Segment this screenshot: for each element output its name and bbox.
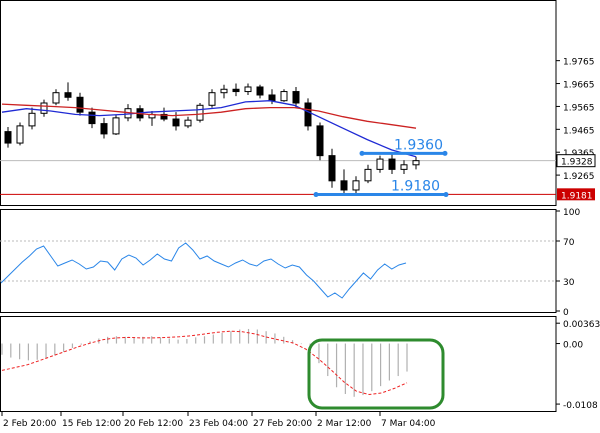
- macd-frame: [0, 316, 557, 412]
- time-tick-label: 27 Feb 20:00: [253, 419, 312, 429]
- oscillator-tick-label: 70: [563, 238, 575, 248]
- candle-body[interactable]: [232, 88, 240, 93]
- candle-body[interactable]: [244, 86, 252, 93]
- macd-tick-label: 0.00363: [563, 320, 600, 330]
- oscillator-panel[interactable]: 100 70 30 0: [0, 208, 580, 318]
- candle-body[interactable]: [4, 131, 12, 144]
- support-price-label: 1.9181: [561, 191, 593, 201]
- candle-body[interactable]: [376, 158, 384, 170]
- candle-body[interactable]: [280, 91, 288, 102]
- macd-tick-label: -0.0108: [563, 401, 598, 411]
- macd-tick-label: 0.00: [563, 341, 583, 351]
- candle-body[interactable]: [112, 117, 120, 135]
- time-tick-label: 20 Feb 12:00: [124, 419, 183, 429]
- candle-body[interactable]: [352, 180, 360, 191]
- candle-body[interactable]: [100, 123, 108, 135]
- candle-body[interactable]: [52, 92, 60, 104]
- time-tick-label: 2 Mar 12:00: [317, 419, 372, 429]
- price-tick-label: 1.9765: [563, 58, 595, 68]
- candle-body[interactable]: [268, 94, 276, 102]
- candle-body[interactable]: [76, 96, 84, 113]
- price-frame: [0, 0, 557, 206]
- level-annotation: 1.9180: [391, 179, 440, 195]
- candle-body[interactable]: [304, 102, 312, 127]
- candle-body[interactable]: [16, 125, 24, 144]
- candle-body[interactable]: [40, 102, 48, 114]
- oscillator-tick-label: 0: [563, 308, 569, 318]
- level-handle[interactable]: [359, 150, 365, 156]
- level-handle[interactable]: [442, 150, 448, 156]
- candle-body[interactable]: [400, 164, 408, 170]
- time-tick-label: 15 Feb 12:00: [62, 419, 121, 429]
- candle-body[interactable]: [292, 91, 300, 104]
- macd-panel[interactable]: 0.00363 0.00 -0.0108: [0, 316, 600, 412]
- price-tick-label: 1.9465: [563, 126, 595, 136]
- candle-body[interactable]: [184, 119, 192, 127]
- time-tick-label: 23 Feb 04:00: [189, 419, 248, 429]
- level-handle[interactable]: [443, 192, 449, 198]
- candle-body[interactable]: [364, 168, 372, 182]
- level-annotation: 1.9360: [394, 137, 443, 153]
- trading-chart[interactable]: 1.97651.96651.95651.94651.93651.92651.93…: [0, 0, 600, 433]
- oscillator-frame: [0, 209, 557, 313]
- candle-body[interactable]: [388, 158, 396, 170]
- candle-body[interactable]: [412, 160, 420, 166]
- candle-body[interactable]: [196, 104, 204, 121]
- time-tick-label: 7 Mar 04:00: [381, 419, 436, 429]
- price-tick-label: 1.9265: [563, 172, 595, 182]
- candle-body[interactable]: [172, 118, 180, 127]
- candle-body[interactable]: [256, 86, 264, 96]
- current-price-label: 1.9328: [561, 158, 593, 168]
- oscillator-tick-label: 30: [563, 278, 575, 288]
- price-tick-label: 1.9565: [563, 103, 595, 113]
- time-tick-label: 2 Feb 20:00: [3, 419, 57, 429]
- candle-body[interactable]: [340, 180, 348, 191]
- candle-body[interactable]: [220, 88, 228, 94]
- candle-body[interactable]: [64, 92, 72, 98]
- oscillator-tick-label: 100: [563, 208, 580, 218]
- time-axis: 2 Feb 20:00 15 Feb 12:00 20 Feb 12:00 23 Fe…: [1, 412, 436, 429]
- price-panel[interactable]: 1.97651.96651.95651.94651.93651.92651.93…: [0, 0, 596, 206]
- candle-body[interactable]: [28, 112, 36, 127]
- candle-body[interactable]: [88, 111, 96, 125]
- level-handle[interactable]: [313, 192, 319, 198]
- candle-body[interactable]: [208, 92, 216, 106]
- candle-body[interactable]: [328, 155, 336, 182]
- price-tick-label: 1.9665: [563, 81, 595, 91]
- candle-body[interactable]: [316, 125, 324, 157]
